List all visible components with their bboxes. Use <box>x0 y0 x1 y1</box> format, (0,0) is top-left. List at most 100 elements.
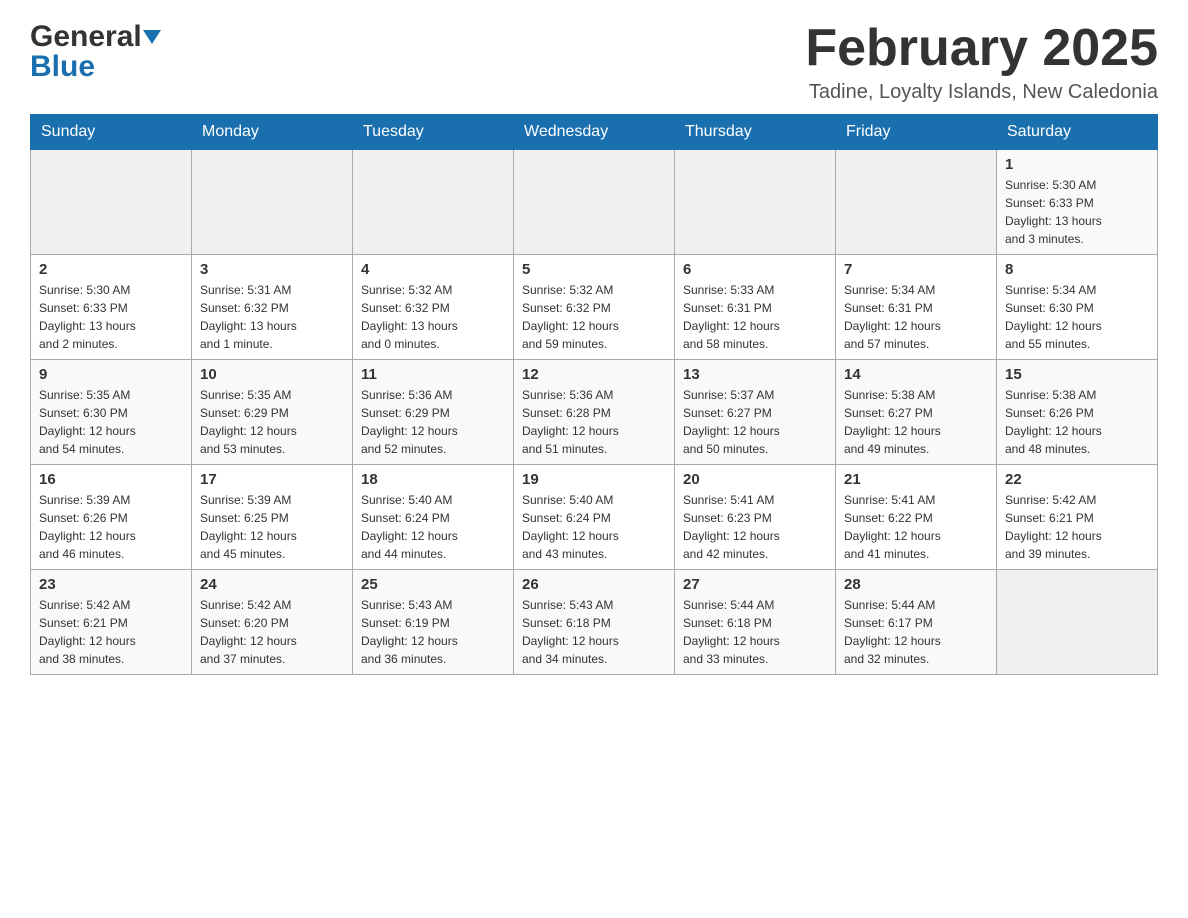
calendar-cell: 3 Sunrise: 5:31 AMSunset: 6:32 PMDaylight… <box>192 255 353 360</box>
calendar-cell: 8 Sunrise: 5:34 AMSunset: 6:30 PMDaylight… <box>997 255 1158 360</box>
day-number: 13 <box>683 366 827 383</box>
calendar-cell: 24 Sunrise: 5:42 AMSunset: 6:20 PMDayligh… <box>192 570 353 675</box>
day-number: 20 <box>683 471 827 488</box>
calendar-cell: 26 Sunrise: 5:43 AMSunset: 6:18 PMDayligh… <box>514 570 675 675</box>
day-info: Sunrise: 5:41 AMSunset: 6:23 PMDaylight:… <box>683 491 827 563</box>
day-info: Sunrise: 5:34 AMSunset: 6:31 PMDaylight:… <box>844 281 988 353</box>
day-number: 9 <box>39 366 183 383</box>
calendar-cell: 13Sunrise: 5:37 AMSunset: 6:27 PMDayligh… <box>675 360 836 465</box>
calendar-day-header: Thursday <box>675 115 836 150</box>
day-number: 26 <box>522 576 666 593</box>
day-number: 7 <box>844 261 988 278</box>
day-info: Sunrise: 5:36 AMSunset: 6:29 PMDaylight:… <box>361 386 505 458</box>
calendar-day-header: Friday <box>836 115 997 150</box>
day-info: Sunrise: 5:41 AMSunset: 6:22 PMDaylight:… <box>844 491 988 563</box>
calendar-cell: 18 Sunrise: 5:40 AMSunset: 6:24 PMDayligh… <box>353 465 514 570</box>
day-info: Sunrise: 5:33 AMSunset: 6:31 PMDaylight:… <box>683 281 827 353</box>
day-number: 14 <box>844 366 988 383</box>
day-number: 2 <box>39 261 183 278</box>
logo-general-text: General <box>30 20 142 54</box>
day-number: 6 <box>683 261 827 278</box>
calendar-day-header: Wednesday <box>514 115 675 150</box>
day-info: Sunrise: 5:42 AMSunset: 6:20 PMDaylight:… <box>200 596 344 668</box>
day-number: 24 <box>200 576 344 593</box>
day-info: Sunrise: 5:40 AMSunset: 6:24 PMDaylight:… <box>361 491 505 563</box>
day-info: Sunrise: 5:36 AMSunset: 6:28 PMDaylight:… <box>522 386 666 458</box>
day-info: Sunrise: 5:43 AMSunset: 6:19 PMDaylight:… <box>361 596 505 668</box>
title-area: February 2025 Tadine, Loyalty Islands, N… <box>805 20 1158 104</box>
day-info: Sunrise: 5:43 AMSunset: 6:18 PMDaylight:… <box>522 596 666 668</box>
calendar-day-header: Monday <box>192 115 353 150</box>
calendar-cell: 23Sunrise: 5:42 AMSunset: 6:21 PMDayligh… <box>31 570 192 675</box>
calendar-cell: 6 Sunrise: 5:33 AMSunset: 6:31 PMDaylight… <box>675 255 836 360</box>
day-info: Sunrise: 5:44 AMSunset: 6:18 PMDaylight:… <box>683 596 827 668</box>
day-info: Sunrise: 5:30 AMSunset: 6:33 PMDaylight:… <box>39 281 183 353</box>
day-info: Sunrise: 5:31 AMSunset: 6:32 PMDaylight:… <box>200 281 344 353</box>
day-number: 11 <box>361 366 505 383</box>
day-number: 8 <box>1005 261 1149 278</box>
calendar-cell: 16Sunrise: 5:39 AMSunset: 6:26 PMDayligh… <box>31 465 192 570</box>
calendar-cell: 28Sunrise: 5:44 AMSunset: 6:17 PMDayligh… <box>836 570 997 675</box>
day-info: Sunrise: 5:35 AMSunset: 6:29 PMDaylight:… <box>200 386 344 458</box>
calendar-cell: 1 Sunrise: 5:30 AMSunset: 6:33 PMDaylight… <box>997 150 1158 255</box>
calendar-cell: 11 Sunrise: 5:36 AMSunset: 6:29 PMDayligh… <box>353 360 514 465</box>
calendar-cell: 14 Sunrise: 5:38 AMSunset: 6:27 PMDayligh… <box>836 360 997 465</box>
day-number: 18 <box>361 471 505 488</box>
day-info: Sunrise: 5:38 AMSunset: 6:27 PMDaylight:… <box>844 386 988 458</box>
calendar-cell <box>31 150 192 255</box>
calendar-week-row: 2 Sunrise: 5:30 AMSunset: 6:33 PMDaylight… <box>31 255 1158 360</box>
logo: General Blue <box>30 20 162 84</box>
calendar-cell: 7 Sunrise: 5:34 AMSunset: 6:31 PMDaylight… <box>836 255 997 360</box>
day-number: 22 <box>1005 471 1149 488</box>
day-info: Sunrise: 5:39 AMSunset: 6:25 PMDaylight:… <box>200 491 344 563</box>
day-info: Sunrise: 5:32 AMSunset: 6:32 PMDaylight:… <box>522 281 666 353</box>
calendar-cell: 19 Sunrise: 5:40 AMSunset: 6:24 PMDayligh… <box>514 465 675 570</box>
calendar-cell <box>836 150 997 255</box>
day-info: Sunrise: 5:39 AMSunset: 6:26 PMDaylight:… <box>39 491 183 563</box>
day-number: 3 <box>200 261 344 278</box>
day-number: 17 <box>200 471 344 488</box>
day-info: Sunrise: 5:34 AMSunset: 6:30 PMDaylight:… <box>1005 281 1149 353</box>
calendar-day-header: Tuesday <box>353 115 514 150</box>
calendar-cell <box>192 150 353 255</box>
day-number: 25 <box>361 576 505 593</box>
calendar-cell: 25 Sunrise: 5:43 AMSunset: 6:19 PMDayligh… <box>353 570 514 675</box>
day-number: 21 <box>844 471 988 488</box>
calendar-cell <box>353 150 514 255</box>
day-number: 1 <box>1005 156 1149 173</box>
calendar-week-row: 16Sunrise: 5:39 AMSunset: 6:26 PMDayligh… <box>31 465 1158 570</box>
calendar-cell: 17 Sunrise: 5:39 AMSunset: 6:25 PMDayligh… <box>192 465 353 570</box>
day-info: Sunrise: 5:30 AMSunset: 6:33 PMDaylight:… <box>1005 176 1149 248</box>
calendar-cell: 4 Sunrise: 5:32 AMSunset: 6:32 PMDaylight… <box>353 255 514 360</box>
day-number: 10 <box>200 366 344 383</box>
calendar-cell: 15Sunrise: 5:38 AMSunset: 6:26 PMDayligh… <box>997 360 1158 465</box>
day-info: Sunrise: 5:42 AMSunset: 6:21 PMDaylight:… <box>39 596 183 668</box>
calendar-cell: 9 Sunrise: 5:35 AMSunset: 6:30 PMDaylight… <box>31 360 192 465</box>
location-subtitle: Tadine, Loyalty Islands, New Caledonia <box>805 81 1158 104</box>
day-info: Sunrise: 5:38 AMSunset: 6:26 PMDaylight:… <box>1005 386 1149 458</box>
calendar-cell <box>514 150 675 255</box>
day-number: 19 <box>522 471 666 488</box>
calendar-week-row: 1 Sunrise: 5:30 AMSunset: 6:33 PMDaylight… <box>31 150 1158 255</box>
month-title: February 2025 <box>805 20 1158 77</box>
day-number: 12 <box>522 366 666 383</box>
calendar-cell: 20 Sunrise: 5:41 AMSunset: 6:23 PMDayligh… <box>675 465 836 570</box>
calendar-week-row: 23Sunrise: 5:42 AMSunset: 6:21 PMDayligh… <box>31 570 1158 675</box>
day-info: Sunrise: 5:42 AMSunset: 6:21 PMDaylight:… <box>1005 491 1149 563</box>
day-number: 4 <box>361 261 505 278</box>
day-info: Sunrise: 5:40 AMSunset: 6:24 PMDaylight:… <box>522 491 666 563</box>
day-number: 27 <box>683 576 827 593</box>
calendar-cell: 2 Sunrise: 5:30 AMSunset: 6:33 PMDaylight… <box>31 255 192 360</box>
calendar-cell: 5 Sunrise: 5:32 AMSunset: 6:32 PMDaylight… <box>514 255 675 360</box>
calendar-cell <box>997 570 1158 675</box>
calendar-cell: 22 Sunrise: 5:42 AMSunset: 6:21 PMDayligh… <box>997 465 1158 570</box>
logo-triangle-icon <box>143 30 161 44</box>
day-number: 28 <box>844 576 988 593</box>
day-number: 5 <box>522 261 666 278</box>
calendar-cell: 12 Sunrise: 5:36 AMSunset: 6:28 PMDayligh… <box>514 360 675 465</box>
calendar-cell: 27 Sunrise: 5:44 AMSunset: 6:18 PMDayligh… <box>675 570 836 675</box>
day-info: Sunrise: 5:35 AMSunset: 6:30 PMDaylight:… <box>39 386 183 458</box>
day-info: Sunrise: 5:32 AMSunset: 6:32 PMDaylight:… <box>361 281 505 353</box>
calendar-day-header: Saturday <box>997 115 1158 150</box>
calendar-cell: 10 Sunrise: 5:35 AMSunset: 6:29 PMDayligh… <box>192 360 353 465</box>
